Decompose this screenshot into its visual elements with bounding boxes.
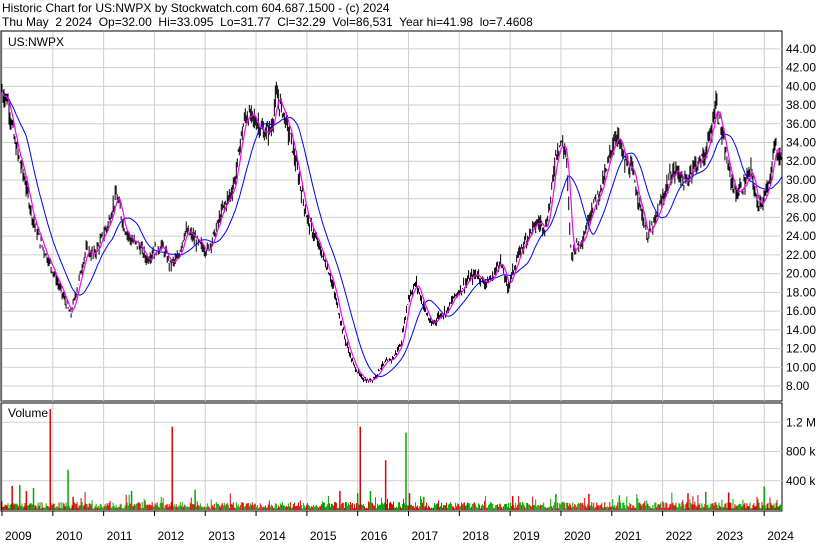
price-tick-label: 28.00 [786,192,816,206]
year-label: 2012 [157,529,184,543]
price-tick-label: 10.00 [786,360,816,374]
price-tick-label: 42.00 [786,61,816,75]
year-label: 2017 [412,529,439,543]
volume-panel-label: Volume [8,406,48,420]
price-grid [1,32,782,401]
price-tick-label: 12.00 [786,342,816,356]
price-axis-ticks: 8.00 10.00 12.00 14.00 16.00 18.00 20.00 22.00 2… [786,42,816,393]
chart-canvas: 8.00 10.00 12.00 14.00 16.00 18.00 20.00 22.00 2… [0,30,816,543]
price-tick-label: 44.00 [786,42,816,56]
stock-chart: Historic Chart for US:NWPX by Stockwatch… [0,0,830,543]
price-tick-label: 18.00 [786,285,816,299]
price-tick-label: 40.00 [786,79,816,93]
price-tick-label: 14.00 [786,323,816,337]
year-label: 2023 [716,529,743,543]
year-label: 2020 [564,529,591,543]
price-tick-label: 16.00 [786,304,816,318]
price-bars [1,81,783,383]
long-moving-average-line [1,90,783,378]
year-axis-ticks: 2009 2010 2011 2012 2013 2014 2015 2016 2017 2018… [1,511,794,543]
volume-axis-ticks: 400 k 800 k 1.2 M [786,415,816,487]
volume-grid [1,404,782,510]
price-tick-label: 26.00 [786,210,816,224]
year-label: 2018 [462,529,489,543]
price-tick-label: 30.00 [786,173,816,187]
year-label: 2024 [767,529,794,543]
year-label: 2019 [513,529,540,543]
price-tick-label: 22.00 [786,248,816,262]
year-label: 2015 [310,529,337,543]
price-tick-label: 8.00 [786,379,810,393]
year-label: 2016 [361,529,388,543]
year-label: 2021 [615,529,642,543]
price-tick-label: 36.00 [786,117,816,131]
price-tick-label: 24.00 [786,229,816,243]
price-tick-label: 20.00 [786,267,816,281]
price-tick-label: 34.00 [786,136,816,150]
year-label: 2014 [259,529,286,543]
volume-panel-frame [0,402,783,512]
year-label: 2011 [107,529,133,543]
year-label: 2022 [666,529,693,543]
volume-tick-label: 1.2 M [786,415,816,429]
year-label: 2010 [56,529,83,543]
price-tick-label: 38.00 [786,98,816,112]
volume-bars [1,409,783,510]
year-label: 2009 [5,529,32,543]
price-tick-label: 32.00 [786,154,816,168]
volume-tick-label: 400 k [786,474,816,488]
price-panel-label: US:NWPX [8,35,64,49]
volume-tick-label: 800 k [786,445,816,459]
year-label: 2013 [208,529,235,543]
